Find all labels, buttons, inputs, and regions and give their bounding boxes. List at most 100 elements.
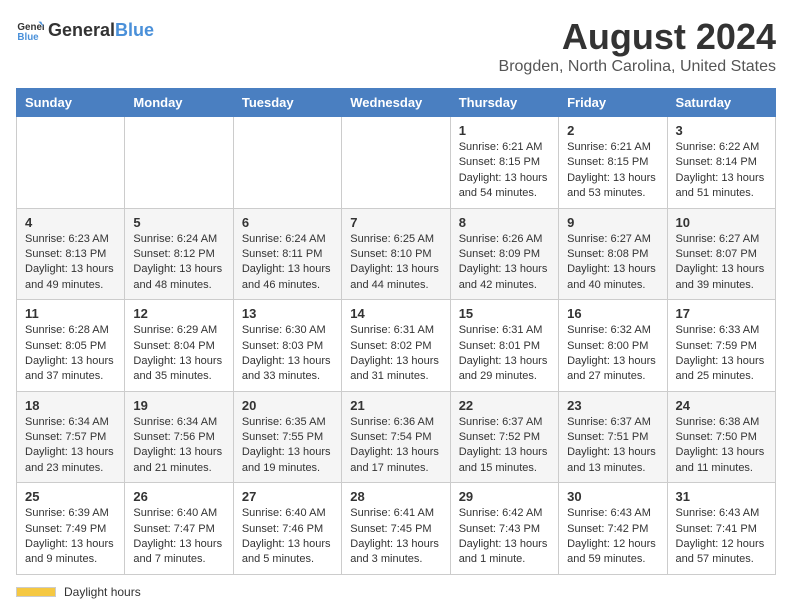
day-info: Sunrise: 6:38 AMSunset: 7:50 PMDaylight:… [676,415,767,477]
calendar-cell-5-1: 25Sunrise: 6:39 AMSunset: 7:49 PMDayligh… [17,483,125,575]
day-info: Sunrise: 6:32 AMSunset: 8:00 PMDaylight:… [567,323,658,385]
day-info: Sunrise: 6:37 AMSunset: 7:52 PMDaylight:… [459,415,550,477]
day-info: Sunrise: 6:40 AMSunset: 7:46 PMDaylight:… [242,506,333,568]
day-number: 23 [567,398,658,413]
calendar-cell-2-4: 7 Sunrise: 6:25 AMSunset: 8:10 PMDaylight… [342,208,450,300]
calendar-cell-3-6: 16 Sunrise: 6:32 AMSunset: 8:00 PMDayligh… [559,300,667,392]
day-info: Sunrise: 6:27 AMSunset: 8:08 PMDaylight:… [567,232,658,294]
calendar-week-row-5: 25Sunrise: 6:39 AMSunset: 7:49 PMDayligh… [17,483,776,575]
col-saturday: Saturday [667,89,775,117]
col-tuesday: Tuesday [233,89,341,117]
calendar-cell-4-5: 22 Sunrise: 6:37 AMSunset: 7:52 PMDayligh… [450,391,558,483]
day-number: 5 [133,215,224,230]
day-number: 10 [676,215,767,230]
calendar-cell-2-7: 10 Sunrise: 6:27 AMSunset: 8:07 PMDayligh… [667,208,775,300]
day-number: 17 [676,306,767,321]
calendar-cell-1-2 [125,117,233,209]
calendar-cell-2-2: 5Sunrise: 6:24 AMSunset: 8:12 PMDaylight… [125,208,233,300]
day-info: Sunrise: 6:40 AMSunset: 7:47 PMDaylight:… [133,506,224,568]
day-number: 27 [242,489,333,504]
calendar-cell-5-2: 26 Sunrise: 6:40 AMSunset: 7:47 PMDayligh… [125,483,233,575]
footer: Daylight hours [16,585,776,599]
day-info: Sunrise: 6:31 AMSunset: 8:02 PMDaylight:… [350,323,441,385]
calendar-week-row-1: 1 Sunrise: 6:21 AMSunset: 8:15 PMDaylight… [17,117,776,209]
calendar-cell-2-6: 9 Sunrise: 6:27 AMSunset: 8:08 PMDaylight… [559,208,667,300]
day-info: Sunrise: 6:23 AMSunset: 8:13 PMDaylight:… [25,232,116,294]
day-info: Sunrise: 6:29 AMSunset: 8:04 PMDaylight:… [133,323,224,385]
logo-blue-text: Blue [115,20,154,40]
day-info: Sunrise: 6:21 AMSunset: 8:15 PMDaylight:… [567,140,658,202]
day-number: 1 [459,123,550,138]
day-number: 26 [133,489,224,504]
day-number: 13 [242,306,333,321]
calendar-cell-4-7: 24 Sunrise: 6:38 AMSunset: 7:50 PMDayligh… [667,391,775,483]
header: General Blue GeneralBlue August 2024 Bro… [16,16,776,76]
day-info: Sunrise: 6:22 AMSunset: 8:14 PMDaylight:… [676,140,767,202]
day-number: 8 [459,215,550,230]
day-number: 21 [350,398,441,413]
day-number: 9 [567,215,658,230]
calendar-cell-2-1: 4 Sunrise: 6:23 AMSunset: 8:13 PMDaylight… [17,208,125,300]
day-number: 28 [350,489,441,504]
calendar-cell-2-3: 6 Sunrise: 6:24 AMSunset: 8:11 PMDaylight… [233,208,341,300]
subtitle: Brogden, North Carolina, United States [499,58,776,76]
day-info: Sunrise: 6:31 AMSunset: 8:01 PMDaylight:… [459,323,550,385]
day-number: 20 [242,398,333,413]
day-info: Sunrise: 6:36 AMSunset: 7:54 PMDaylight:… [350,415,441,477]
day-number: 29 [459,489,550,504]
day-number: 6 [242,215,333,230]
calendar-cell-4-3: 20Sunrise: 6:35 AMSunset: 7:55 PMDayligh… [233,391,341,483]
day-info: Sunrise: 6:24 AMSunset: 8:11 PMDaylight:… [242,232,333,294]
logo-icon: General Blue [16,16,44,44]
calendar-cell-1-7: 3 Sunrise: 6:22 AMSunset: 8:14 PMDaylight… [667,117,775,209]
day-info: Sunrise: 6:43 AMSunset: 7:42 PMDaylight:… [567,506,658,568]
calendar-cell-3-5: 15Sunrise: 6:31 AMSunset: 8:01 PMDayligh… [450,300,558,392]
logo-general-text: General [48,20,115,40]
calendar-cell-5-5: 29 Sunrise: 6:42 AMSunset: 7:43 PMDayligh… [450,483,558,575]
col-thursday: Thursday [450,89,558,117]
calendar-cell-1-5: 1Sunrise: 6:21 AMSunset: 8:15 PMDaylight… [450,117,558,209]
day-number: 14 [350,306,441,321]
day-info: Sunrise: 6:34 AMSunset: 7:56 PMDaylight:… [133,415,224,477]
calendar-week-row-3: 11Sunrise: 6:28 AMSunset: 8:05 PMDayligh… [17,300,776,392]
day-info: Sunrise: 6:26 AMSunset: 8:09 PMDaylight:… [459,232,550,294]
day-info: Sunrise: 6:39 AMSunset: 7:49 PMDaylight:… [25,506,116,568]
day-info: Sunrise: 6:42 AMSunset: 7:43 PMDaylight:… [459,506,550,568]
calendar-cell-3-1: 11Sunrise: 6:28 AMSunset: 8:05 PMDayligh… [17,300,125,392]
col-monday: Monday [125,89,233,117]
logo: General Blue GeneralBlue [16,16,154,44]
calendar-header-row: Sunday Monday Tuesday Wednesday Thursday… [17,89,776,117]
calendar-cell-1-4 [342,117,450,209]
calendar-week-row-4: 18 Sunrise: 6:34 AMSunset: 7:57 PMDayligh… [17,391,776,483]
day-number: 2 [567,123,658,138]
calendar-cell-4-4: 21 Sunrise: 6:36 AMSunset: 7:54 PMDayligh… [342,391,450,483]
day-number: 24 [676,398,767,413]
day-info: Sunrise: 6:37 AMSunset: 7:51 PMDaylight:… [567,415,658,477]
day-number: 16 [567,306,658,321]
day-number: 31 [676,489,767,504]
day-info: Sunrise: 6:43 AMSunset: 7:41 PMDaylight:… [676,506,767,568]
daylight-label: Daylight hours [64,585,141,599]
day-info: Sunrise: 6:25 AMSunset: 8:10 PMDaylight:… [350,232,441,294]
day-number: 4 [25,215,116,230]
col-wednesday: Wednesday [342,89,450,117]
day-info: Sunrise: 6:34 AMSunset: 7:57 PMDaylight:… [25,415,116,477]
calendar-cell-5-3: 27 Sunrise: 6:40 AMSunset: 7:46 PMDayligh… [233,483,341,575]
calendar-table: Sunday Monday Tuesday Wednesday Thursday… [16,88,776,575]
calendar-cell-3-7: 17Sunrise: 6:33 AMSunset: 7:59 PMDayligh… [667,300,775,392]
day-number: 30 [567,489,658,504]
day-number: 22 [459,398,550,413]
day-number: 11 [25,306,116,321]
title-section: August 2024 Brogden, North Carolina, Uni… [499,16,776,76]
calendar-cell-5-4: 28Sunrise: 6:41 AMSunset: 7:45 PMDayligh… [342,483,450,575]
day-number: 18 [25,398,116,413]
calendar-cell-3-3: 13 Sunrise: 6:30 AMSunset: 8:03 PMDayligh… [233,300,341,392]
col-friday: Friday [559,89,667,117]
day-number: 7 [350,215,441,230]
daylight-bar-icon [16,587,56,597]
day-info: Sunrise: 6:30 AMSunset: 8:03 PMDaylight:… [242,323,333,385]
col-sunday: Sunday [17,89,125,117]
day-info: Sunrise: 6:27 AMSunset: 8:07 PMDaylight:… [676,232,767,294]
day-number: 3 [676,123,767,138]
calendar-cell-4-1: 18 Sunrise: 6:34 AMSunset: 7:57 PMDayligh… [17,391,125,483]
